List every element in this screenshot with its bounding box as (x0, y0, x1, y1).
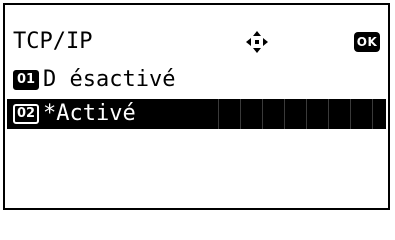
menu-option-disabled[interactable]: 01 D ésactivé (13, 65, 380, 95)
option-label: *Activé (43, 101, 136, 126)
header-row: TCP/IP OK (13, 27, 380, 57)
option-number-badge: 01 (13, 70, 39, 90)
lcd-screen: TCP/IP OK 01 D ésactivé 02 *Activé (3, 3, 390, 210)
menu-option-enabled-selected[interactable]: 02 *Activé (7, 99, 386, 129)
four-way-arrow-icon (246, 31, 268, 53)
option-number-badge: 02 (13, 104, 39, 124)
page-title: TCP/IP (13, 29, 93, 54)
ok-button[interactable]: OK (354, 32, 380, 52)
option-label: D ésactivé (43, 67, 176, 92)
selection-highlight-grid (197, 99, 386, 129)
